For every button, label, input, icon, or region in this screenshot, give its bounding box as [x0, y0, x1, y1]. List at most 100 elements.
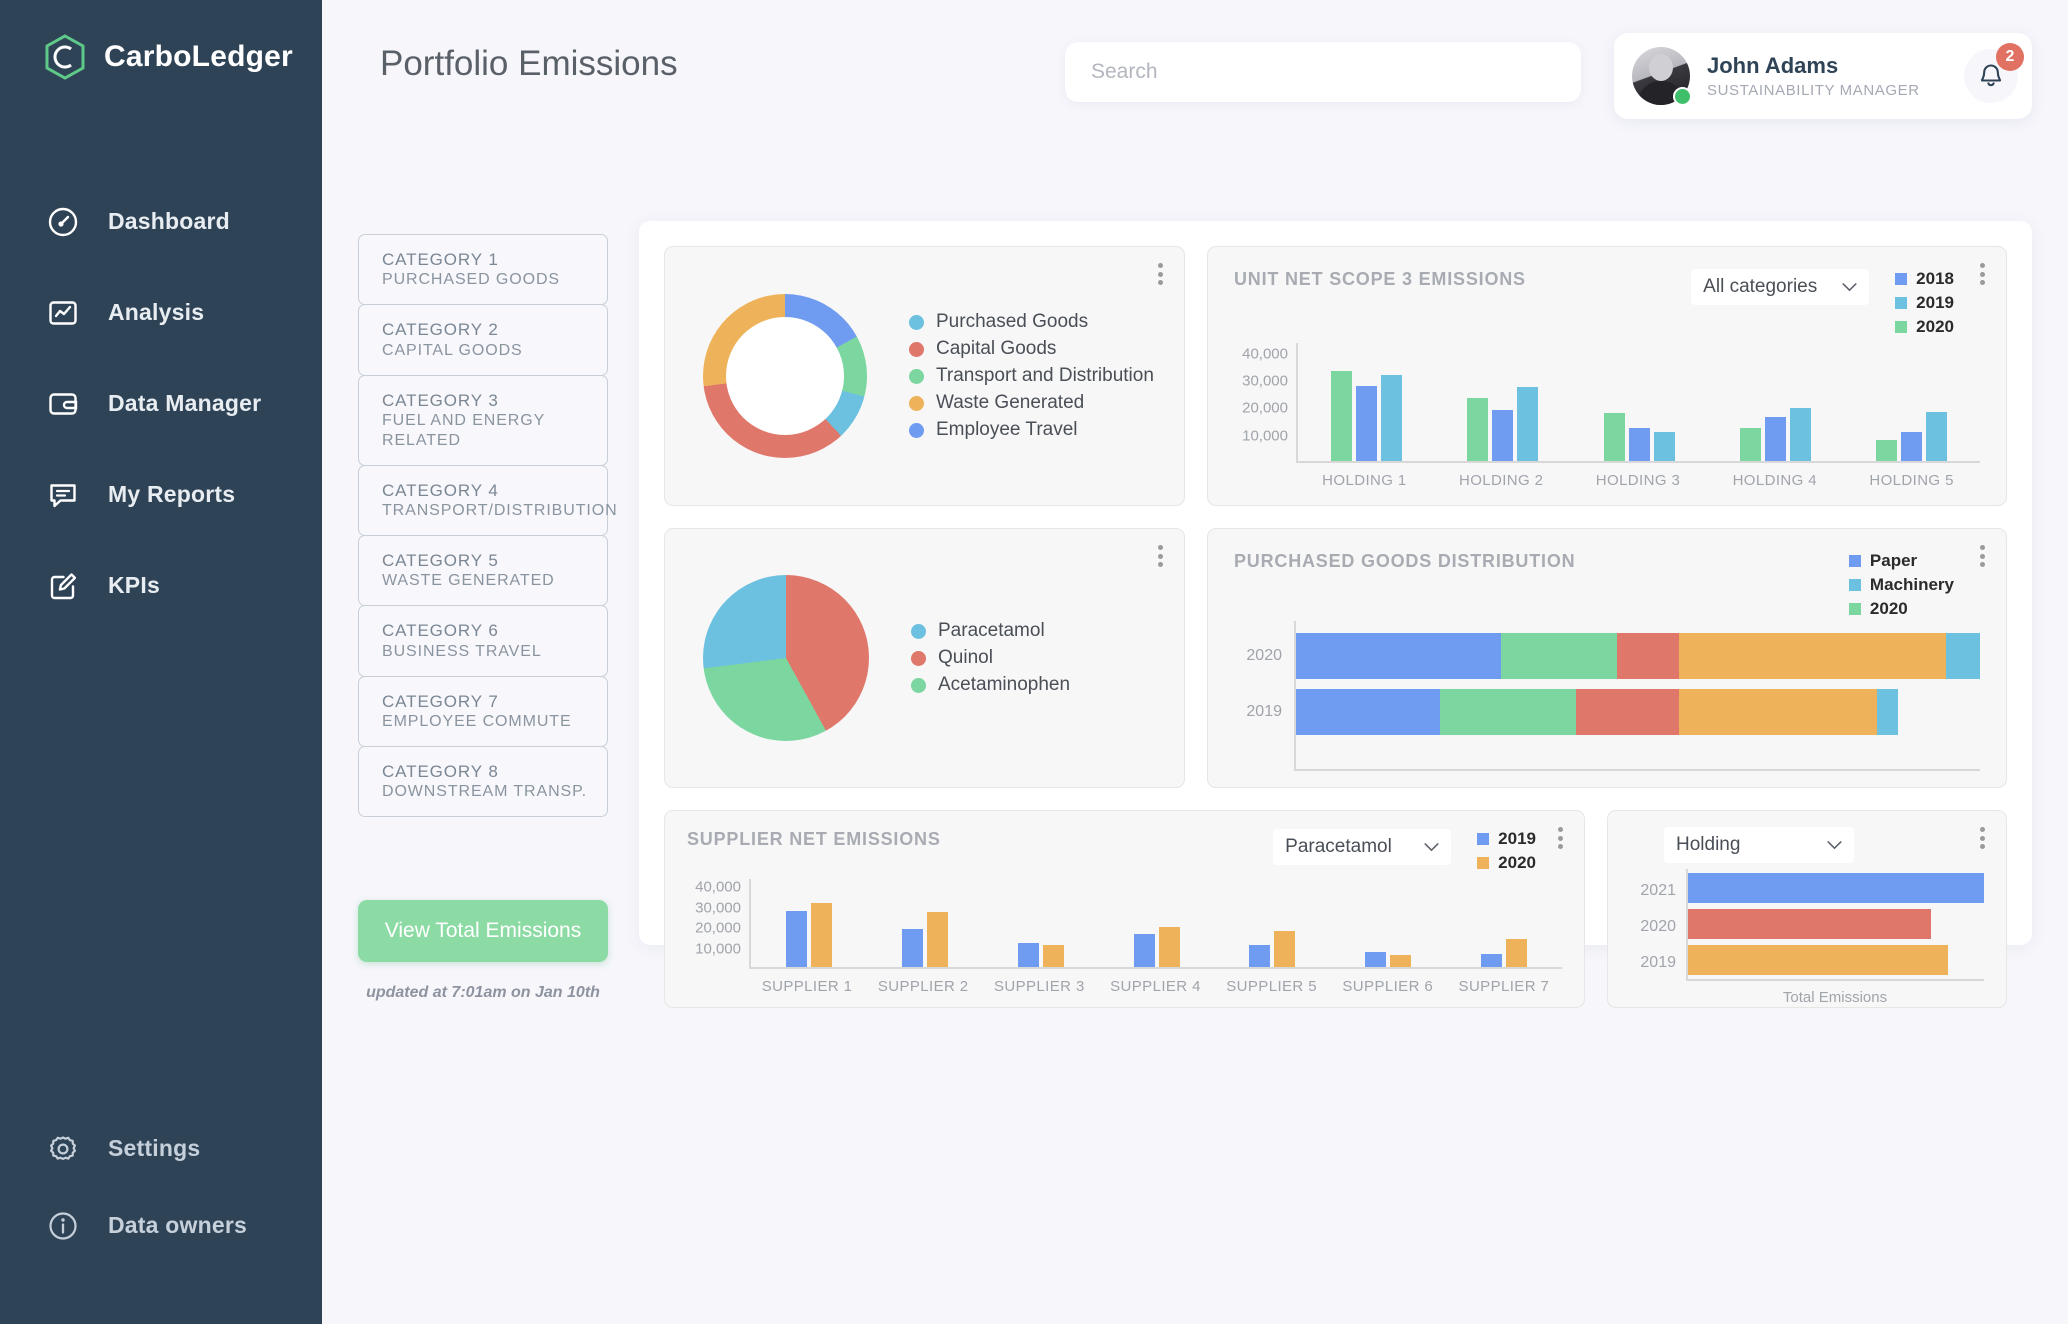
legend-label: Waste Generated	[936, 392, 1085, 413]
sidebar-item-data-manager[interactable]: Data Manager	[0, 358, 322, 449]
card-menu-icon[interactable]	[1974, 825, 1990, 851]
stacked-bar-row	[1296, 689, 1980, 735]
x-tick: SUPPLIER 3	[993, 978, 1085, 995]
bar-2019[interactable]	[1926, 412, 1948, 461]
bar-2020	[1688, 909, 1931, 939]
category-item-6[interactable]: CATEGORY 6 BUSINESS TRAVEL	[358, 605, 608, 677]
category-item-3[interactable]: CATEGORY 3 FUEL AND ENERGY RELATED	[358, 374, 608, 466]
card-menu-icon[interactable]	[1152, 543, 1168, 569]
legend-item[interactable]: Transport and Distribution	[909, 365, 1154, 387]
bar-2020[interactable]	[1876, 440, 1898, 461]
bar-2020[interactable]	[1330, 371, 1352, 461]
card-menu-icon[interactable]	[1552, 825, 1568, 851]
bar-2018[interactable]	[1764, 416, 1786, 461]
legend-item[interactable]: Machinery	[1848, 575, 1954, 595]
stack-segment-3	[1576, 689, 1680, 735]
bar-2018[interactable]	[1492, 409, 1514, 461]
chart-analysis-icon	[46, 296, 80, 330]
card-header: PURCHASED GOODS DISTRIBUTION Paper Machi…	[1234, 551, 1980, 619]
legend-label: Purchased Goods	[936, 311, 1089, 332]
category-item-1[interactable]: CATEGORY 1 PURCHASED GOODS	[358, 234, 608, 306]
bar-2019[interactable]	[1249, 945, 1271, 967]
user-profile-card[interactable]: John Adams SUSTAINABILITY MANAGER 2	[1614, 33, 2032, 119]
sidebar-item-analysis[interactable]: Analysis	[0, 267, 322, 358]
stack-segment-paper	[1296, 633, 1502, 679]
bar-2020[interactable]	[1506, 938, 1528, 967]
card-title: SUPPLIER NET EMISSIONS	[687, 829, 941, 849]
bar-2019[interactable]	[901, 928, 923, 967]
bar-2020[interactable]	[1274, 930, 1296, 967]
card-menu-icon[interactable]	[1974, 543, 1990, 569]
category-item-5[interactable]: CATEGORY 5 WASTE GENERATED	[358, 535, 608, 607]
bar-2020[interactable]	[1603, 412, 1625, 461]
bar-2019[interactable]	[1017, 942, 1039, 967]
legend-item[interactable]: 2019	[1895, 293, 1954, 313]
select-value: All categories	[1703, 276, 1818, 297]
bar-2019[interactable]	[1380, 374, 1402, 461]
y-axis: 40,000 30,000 20,000 10,000	[1234, 343, 1296, 463]
legend-item[interactable]: Capital Goods	[909, 338, 1154, 360]
legend-item[interactable]: Paper	[1848, 551, 1954, 571]
category-list: CATEGORY 1 PURCHASED GOODS CATEGORY 2 CA…	[358, 234, 617, 817]
plot-area: 2021 2020 2019	[1630, 869, 1984, 981]
sidebar-item-dashboard[interactable]: Dashboard	[0, 176, 322, 267]
y-tick: 20,000	[1242, 399, 1288, 417]
legend-item[interactable]: 2020	[1848, 599, 1954, 619]
bars-plot	[749, 879, 1562, 969]
bar-group	[1571, 343, 1707, 461]
bar-2020[interactable]	[1390, 955, 1412, 967]
category-number: CATEGORY 1	[382, 250, 499, 269]
search-input[interactable]	[1065, 42, 1581, 102]
bar-2020[interactable]	[1042, 945, 1064, 967]
bar-2020[interactable]	[926, 911, 948, 967]
legend-item[interactable]: Paracetamol	[911, 620, 1070, 642]
view-total-emissions-button[interactable]: View Total Emissions	[358, 900, 608, 962]
legend-item[interactable]: 2019	[1477, 829, 1536, 849]
bar-2020[interactable]	[1739, 428, 1761, 461]
category-item-4[interactable]: CATEGORY 4 TRANSPORT/DISTRIBUTION	[358, 464, 617, 536]
bar-2019[interactable]	[1517, 386, 1539, 461]
legend-swatch	[909, 314, 924, 330]
bar-2020[interactable]	[1158, 927, 1180, 967]
sidebar-item-kpis[interactable]: KPIs	[0, 540, 322, 631]
bar-2019[interactable]	[1481, 953, 1503, 967]
category-item-8[interactable]: CATEGORY 8 DOWNSTREAM TRANSP.	[358, 745, 608, 817]
stack-segment-paper	[1296, 689, 1440, 735]
legend-item[interactable]: Purchased Goods	[909, 311, 1154, 333]
bar-2018[interactable]	[1901, 431, 1923, 461]
holding-filter-select[interactable]: Holding	[1664, 827, 1854, 863]
legend-item[interactable]: 2020	[1477, 853, 1536, 873]
card-menu-icon[interactable]	[1152, 261, 1168, 287]
bar-2019[interactable]	[1365, 951, 1387, 967]
card-menu-icon[interactable]	[1974, 261, 1990, 287]
bar-2019[interactable]	[785, 911, 807, 967]
sidebar-item-settings[interactable]: Settings	[0, 1110, 322, 1187]
legend-item[interactable]: Quinol	[911, 647, 1070, 669]
x-tick: SUPPLIER 1	[761, 978, 853, 995]
sidebar-item-my-reports[interactable]: My Reports	[0, 449, 322, 540]
x-tick: SUPPLIER 2	[877, 978, 969, 995]
legend-swatch	[909, 341, 924, 357]
bar-2019[interactable]	[1789, 407, 1811, 461]
bar-2018[interactable]	[1355, 386, 1377, 461]
category-item-2[interactable]: CATEGORY 2 CAPITAL GOODS	[358, 304, 608, 376]
brand[interactable]: CarboLedger	[0, 34, 322, 80]
sidebar-item-data-owners[interactable]: Data owners	[0, 1187, 322, 1264]
legend-item[interactable]: Employee Travel	[909, 419, 1154, 441]
category-filter-select[interactable]: All categories	[1691, 269, 1870, 305]
legend-item[interactable]: 2018	[1895, 269, 1954, 289]
legend-item[interactable]: Waste Generated	[909, 392, 1154, 414]
bar-2020[interactable]	[810, 902, 832, 967]
product-filter-select[interactable]: Paracetamol	[1273, 829, 1452, 865]
legend-swatch	[1895, 297, 1908, 309]
notifications-button[interactable]: 2	[1964, 43, 2024, 103]
wallet-data-icon	[46, 387, 80, 421]
bar-2019[interactable]	[1653, 431, 1675, 461]
category-item-7[interactable]: CATEGORY 7 EMPLOYEE COMMUTE	[358, 675, 608, 747]
category-number: CATEGORY 5	[382, 551, 499, 570]
legend-item[interactable]: 2020	[1895, 317, 1954, 337]
bar-2020[interactable]	[1467, 397, 1489, 461]
bar-2019[interactable]	[1133, 934, 1155, 967]
legend-item[interactable]: Acetaminophen	[911, 674, 1070, 696]
bar-2018[interactable]	[1628, 428, 1650, 461]
